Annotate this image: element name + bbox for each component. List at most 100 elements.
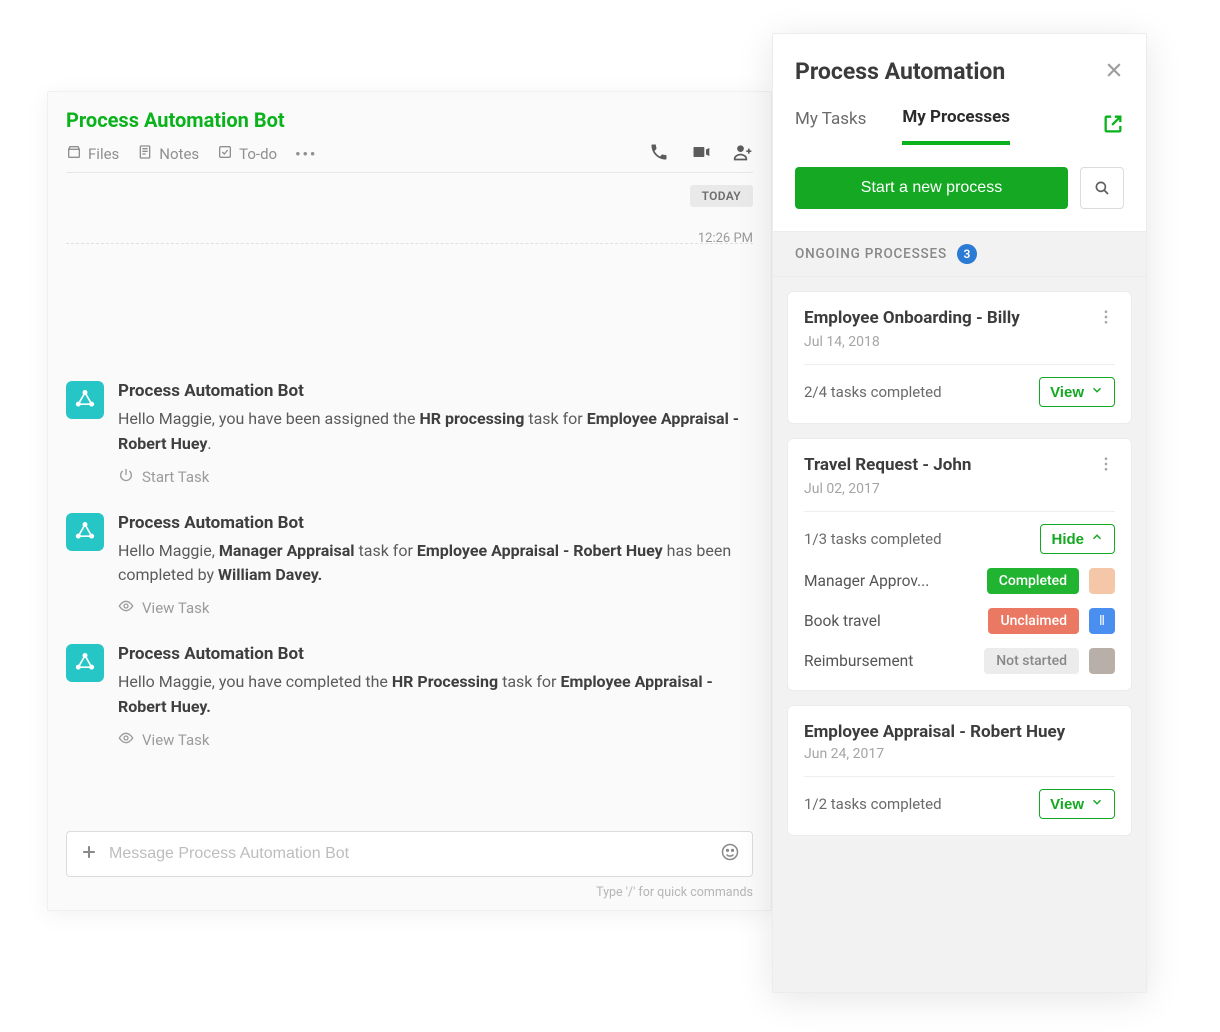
panel-title: Process Automation: [795, 58, 1104, 85]
task-row: Book travel Unclaimed ⦀: [804, 608, 1115, 634]
message-sender: Process Automation Bot: [118, 513, 753, 533]
process-list: Employee Onboarding - Billy Jul 14, 2018…: [773, 277, 1146, 992]
chat-tabs: Files Notes To-do •••: [66, 142, 753, 173]
tab-files[interactable]: Files: [66, 144, 119, 164]
add-user-icon[interactable]: [733, 142, 753, 166]
task-row: Reimbursement Not started: [804, 648, 1115, 674]
more-icon: •••: [295, 145, 317, 163]
process-date: Jul 14, 2018: [804, 334, 1115, 350]
message-text: Hello Maggie, you have been assigned the…: [118, 407, 753, 457]
tab-notes-label: Notes: [159, 145, 199, 163]
tab-todo-label: To-do: [239, 145, 277, 163]
section-label: ONGOING PROCESSES: [795, 246, 947, 262]
eye-icon: [118, 598, 134, 618]
divider: [804, 364, 1115, 365]
tab-my-tasks[interactable]: My Tasks: [795, 109, 866, 143]
message-text: Hello Maggie, you have completed the HR …: [118, 670, 753, 720]
tab-my-processes[interactable]: My Processes: [902, 107, 1010, 145]
chat-title: Process Automation Bot: [66, 108, 753, 132]
view-task-button[interactable]: View Task: [118, 730, 753, 750]
chat-footer-hint: Type '/' for quick commands: [48, 885, 771, 910]
message-action-label: Start Task: [142, 468, 209, 486]
chat-body: TODAY 12:26 PM Process Automation Bot He…: [48, 181, 771, 817]
start-task-button[interactable]: Start Task: [118, 467, 753, 487]
process-title: Employee Appraisal - Robert Huey: [804, 722, 1115, 742]
bot-avatar-icon: [66, 381, 104, 419]
message-action-label: View Task: [142, 731, 209, 749]
divider: [804, 511, 1115, 512]
open-external-button[interactable]: [1102, 113, 1124, 139]
panel-tabs: My Tasks My Processes: [773, 93, 1146, 145]
task-name: Reimbursement: [804, 652, 974, 670]
bot-avatar-icon: [66, 644, 104, 682]
process-title: Travel Request - John: [804, 455, 1097, 475]
bot-avatar-icon: [66, 513, 104, 551]
notes-icon: [137, 144, 153, 164]
message-text: Hello Maggie, Manager Appraisal task for…: [118, 539, 753, 589]
assignee-avatar[interactable]: [1089, 648, 1115, 674]
tab-notes[interactable]: Notes: [137, 144, 199, 164]
view-toggle-button[interactable]: View: [1039, 377, 1115, 407]
assignee-avatar[interactable]: [1089, 568, 1115, 594]
task-name: Book travel: [804, 612, 978, 630]
power-icon: [118, 467, 134, 487]
chevron-up-icon: [1090, 530, 1104, 548]
call-icon[interactable]: [649, 142, 669, 166]
message-action-label: View Task: [142, 599, 209, 617]
close-button[interactable]: [1104, 60, 1124, 84]
process-title: Employee Onboarding - Billy: [804, 308, 1097, 328]
message: Process Automation Bot Hello Maggie, you…: [66, 381, 753, 487]
plus-icon[interactable]: [79, 842, 99, 866]
toggle-label: Hide: [1051, 531, 1084, 548]
process-progress: 1/3 tasks completed: [804, 530, 1040, 548]
toggle-label: View: [1050, 796, 1084, 813]
process-automation-panel: Process Automation My Tasks My Processes…: [772, 33, 1147, 993]
date-chip: TODAY: [690, 185, 753, 207]
hide-toggle-button[interactable]: Hide: [1040, 524, 1115, 554]
search-button[interactable]: [1080, 167, 1124, 209]
todo-icon: [217, 144, 233, 164]
chat-header-actions: [649, 142, 753, 166]
start-new-process-button[interactable]: Start a new process: [795, 167, 1068, 209]
emoji-icon[interactable]: [720, 842, 740, 866]
chat-panel: Process Automation Bot Files Notes To-do…: [47, 91, 772, 911]
divider: [804, 776, 1115, 777]
files-icon: [66, 144, 82, 164]
process-progress: 1/2 tasks completed: [804, 795, 1039, 813]
time-divider: [66, 243, 753, 244]
process-card: Employee Appraisal - Robert Huey Jun 24,…: [787, 705, 1132, 836]
video-icon[interactable]: [691, 142, 711, 166]
view-toggle-button[interactable]: View: [1039, 789, 1115, 819]
messages-list: Process Automation Bot Hello Maggie, you…: [66, 381, 753, 750]
process-date: Jun 24, 2017: [804, 746, 1115, 762]
toggle-label: View: [1050, 384, 1084, 401]
eye-icon: [118, 730, 134, 750]
view-task-button[interactable]: View Task: [118, 598, 753, 618]
assignee-avatar[interactable]: ⦀: [1089, 608, 1115, 634]
message-sender: Process Automation Bot: [118, 381, 753, 401]
section-header-ongoing: ONGOING PROCESSES 3: [773, 232, 1146, 277]
process-card: Travel Request - John Jul 02, 2017 1/3 t…: [787, 438, 1132, 691]
section-count-badge: 3: [957, 244, 977, 264]
task-row: Manager Approv... Completed: [804, 568, 1115, 594]
process-progress: 2/4 tasks completed: [804, 383, 1039, 401]
panel-header: Process Automation: [773, 34, 1146, 93]
process-date: Jul 02, 2017: [804, 481, 1115, 497]
tab-todo[interactable]: To-do: [217, 144, 277, 164]
chat-input[interactable]: [109, 845, 710, 863]
chevron-down-icon: [1090, 383, 1104, 401]
panel-action-row: Start a new process: [773, 145, 1146, 232]
tab-more[interactable]: •••: [295, 145, 317, 163]
message: Process Automation Bot Hello Maggie, you…: [66, 644, 753, 750]
status-badge: Not started: [984, 648, 1079, 674]
chevron-down-icon: [1090, 795, 1104, 813]
status-badge: Completed: [987, 568, 1079, 594]
process-menu-button[interactable]: [1097, 308, 1115, 330]
status-badge: Unclaimed: [988, 608, 1079, 634]
tab-files-label: Files: [88, 145, 119, 163]
process-card: Employee Onboarding - Billy Jul 14, 2018…: [787, 291, 1132, 424]
process-menu-button[interactable]: [1097, 455, 1115, 477]
task-name: Manager Approv...: [804, 572, 977, 590]
chat-header: Process Automation Bot Files Notes To-do…: [48, 92, 771, 181]
message-sender: Process Automation Bot: [118, 644, 753, 664]
